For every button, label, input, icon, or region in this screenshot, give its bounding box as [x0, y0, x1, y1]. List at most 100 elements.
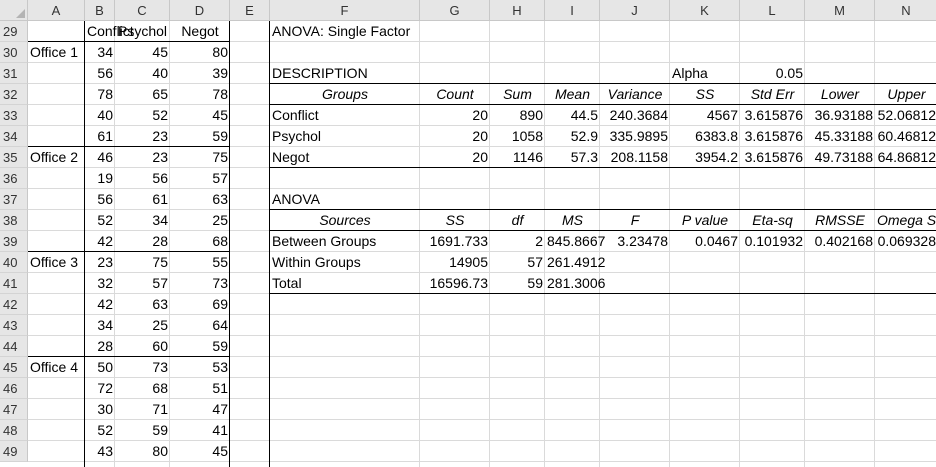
description-cell[interactable]: 52.9 [545, 126, 600, 147]
column-header-a[interactable]: A [28, 0, 85, 21]
description-cell[interactable]: Conflict [270, 105, 420, 126]
anova-cell[interactable]: 16596.73 [420, 273, 490, 294]
description-cell[interactable]: 64.86812 [875, 147, 936, 168]
anova-cell[interactable]: Between Groups [270, 231, 420, 252]
data-cell[interactable]: 51 [170, 378, 230, 399]
anova-cell[interactable] [740, 273, 805, 294]
data-cell[interactable]: 42 [85, 294, 115, 315]
description-header[interactable]: Count [420, 84, 490, 105]
description-cell[interactable]: 240.3684 [600, 105, 670, 126]
data-cell[interactable]: 63 [170, 189, 230, 210]
alpha-label[interactable]: Alpha [670, 63, 740, 84]
data-cell[interactable]: 40 [85, 105, 115, 126]
data-cell[interactable]: 19 [85, 168, 115, 189]
data-cell[interactable]: 61 [85, 126, 115, 147]
data-cell[interactable]: 71 [115, 399, 170, 420]
data-cell[interactable]: 32 [85, 273, 115, 294]
data-cell[interactable]: 68 [115, 378, 170, 399]
data-cell[interactable]: 39 [170, 63, 230, 84]
data-cell[interactable]: 52 [85, 210, 115, 231]
description-cell[interactable]: 6383.8 [670, 126, 740, 147]
anova-cell[interactable]: 2 [490, 231, 545, 252]
description-cell[interactable]: 4567 [670, 105, 740, 126]
data-cell[interactable]: 69 [170, 294, 230, 315]
row-header-33[interactable]: 33 [0, 105, 28, 126]
row-header-31[interactable]: 31 [0, 63, 28, 84]
data-cell[interactable]: 68 [170, 231, 230, 252]
description-cell[interactable]: Psychol [270, 126, 420, 147]
description-cell[interactable]: 20 [420, 126, 490, 147]
data-cell[interactable]: 34 [115, 210, 170, 231]
anova-header[interactable]: Sources [270, 210, 420, 231]
anova-header[interactable]: SS [420, 210, 490, 231]
data-cell[interactable]: 42 [85, 231, 115, 252]
description-header[interactable]: Groups [270, 84, 420, 105]
data-cell[interactable]: 52 [115, 105, 170, 126]
data-cell[interactable]: 53 [170, 357, 230, 378]
anova-cell[interactable]: 261.4912 [545, 252, 605, 273]
office-label[interactable]: Office 2 [28, 147, 85, 168]
row-header-29[interactable]: 29 [0, 21, 28, 42]
office-label[interactable]: Office 3 [28, 252, 85, 273]
anova-cell[interactable]: 14905 [420, 252, 490, 273]
anova-header[interactable]: MS [545, 210, 600, 231]
data-cell[interactable]: 78 [170, 84, 230, 105]
row-header-30[interactable]: 30 [0, 42, 28, 63]
anova-header[interactable]: df [490, 210, 545, 231]
anova-title[interactable]: ANOVA: Single Factor [270, 21, 420, 42]
data-cell[interactable]: 56 [85, 63, 115, 84]
data-cell[interactable]: 60 [115, 336, 170, 357]
description-cell[interactable]: Negot [270, 147, 420, 168]
description-cell[interactable]: 3.615876 [740, 126, 805, 147]
anova-cell[interactable] [600, 273, 670, 294]
row-header-39[interactable]: 39 [0, 231, 28, 252]
data-cell[interactable]: 61 [115, 189, 170, 210]
description-cell[interactable]: 3954.2 [670, 147, 740, 168]
description-header[interactable]: Mean [545, 84, 600, 105]
anova-cell[interactable]: 0.069328 [875, 231, 936, 252]
description-cell[interactable]: 20 [420, 147, 490, 168]
data-cell[interactable]: 45 [170, 105, 230, 126]
column-header-k[interactable]: K [670, 0, 740, 21]
data-cell[interactable]: 64 [170, 315, 230, 336]
column-header-g[interactable]: G [420, 0, 490, 21]
data-cell[interactable]: 65 [115, 84, 170, 105]
data-cell[interactable]: 34 [85, 315, 115, 336]
anova-cell[interactable] [875, 273, 936, 294]
description-cell[interactable]: 57.3 [545, 147, 600, 168]
description-header[interactable]: Sum [490, 84, 545, 105]
anova-cell[interactable]: 59 [490, 273, 545, 294]
column-header-n[interactable]: N [875, 0, 936, 21]
data-cell[interactable]: 43 [85, 441, 115, 462]
column-header-f[interactable]: F [270, 0, 420, 21]
description-cell[interactable]: 1146 [490, 147, 545, 168]
anova-cell[interactable]: 0.0467 [670, 231, 740, 252]
row-header-40[interactable]: 40 [0, 252, 28, 273]
data-cell[interactable]: 57 [115, 273, 170, 294]
anova-cell[interactable] [740, 252, 805, 273]
data-column-header[interactable]: Psychol [115, 21, 170, 42]
column-header-b[interactable]: B [85, 0, 115, 21]
row-header-38[interactable]: 38 [0, 210, 28, 231]
anova-cell[interactable] [805, 252, 875, 273]
row-header-45[interactable]: 45 [0, 357, 28, 378]
data-cell[interactable]: 80 [170, 42, 230, 63]
data-cell[interactable]: 41 [170, 420, 230, 441]
data-cell[interactable]: 59 [170, 126, 230, 147]
row-header-46[interactable]: 46 [0, 378, 28, 399]
column-header-e[interactable]: E [230, 0, 270, 21]
data-cell[interactable]: 23 [85, 252, 115, 273]
data-cell[interactable]: 25 [170, 210, 230, 231]
description-cell[interactable]: 208.1158 [600, 147, 670, 168]
description-header[interactable]: Lower [805, 84, 875, 105]
row-header-42[interactable]: 42 [0, 294, 28, 315]
data-cell[interactable]: 40 [115, 63, 170, 84]
column-header-j[interactable]: J [600, 0, 670, 21]
anova-cell[interactable]: Within Groups [270, 252, 420, 273]
anova-header[interactable]: F [600, 210, 670, 231]
data-cell[interactable]: 45 [115, 42, 170, 63]
description-title[interactable]: DESCRIPTION [270, 63, 420, 84]
data-cell[interactable]: 28 [115, 231, 170, 252]
row-header-37[interactable]: 37 [0, 189, 28, 210]
select-all-corner[interactable] [0, 0, 28, 21]
